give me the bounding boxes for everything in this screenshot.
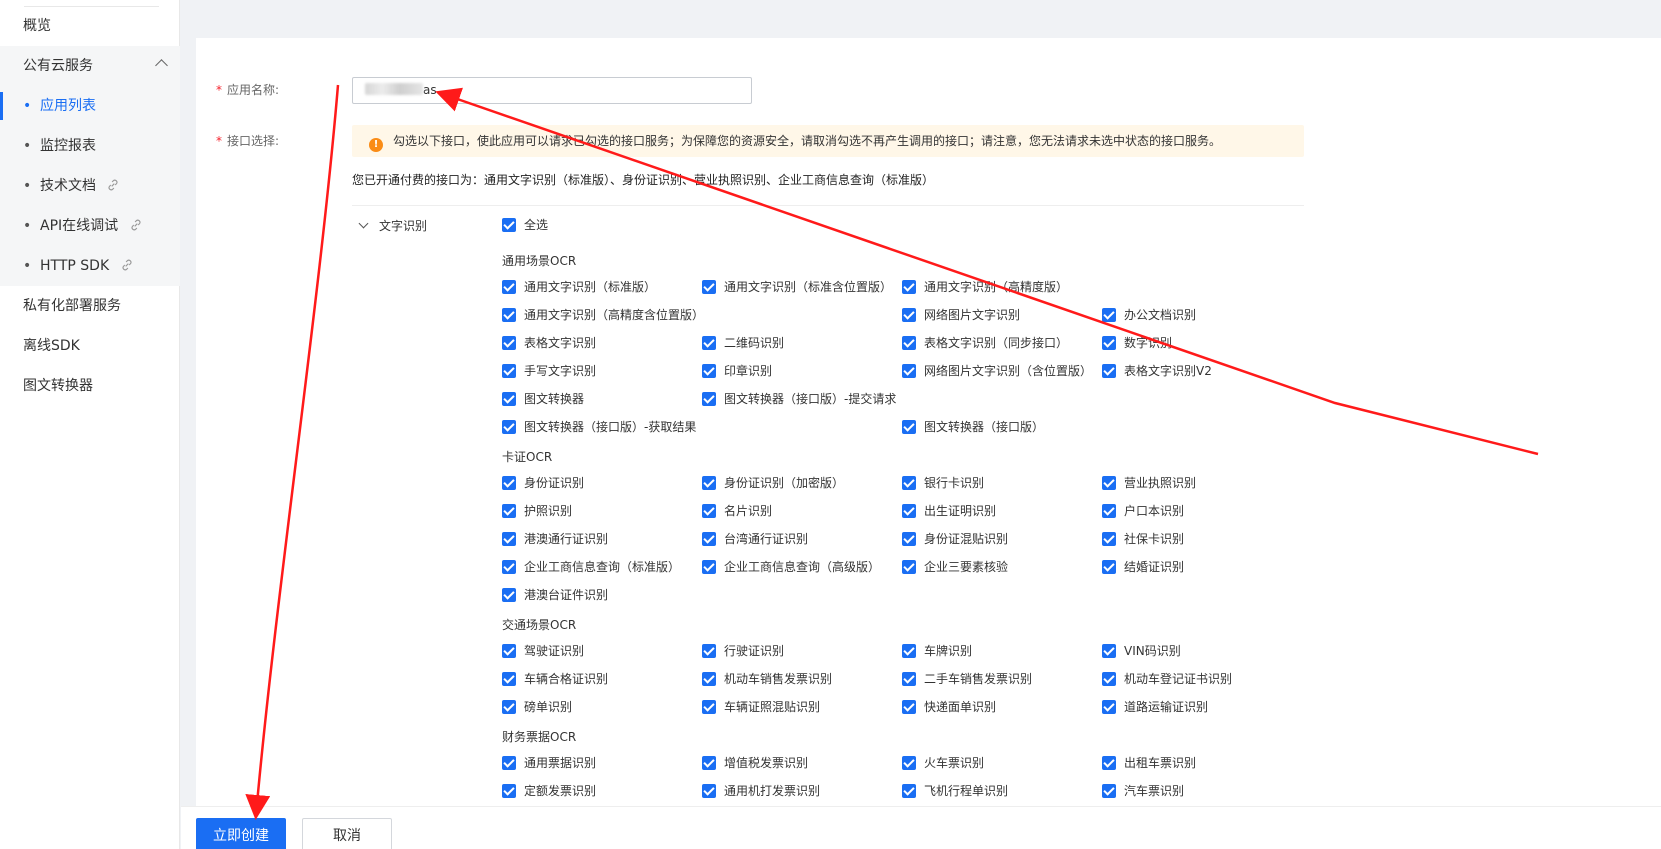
sidebar-item-api-debug[interactable]: • API在线调试 [0,206,180,246]
notice-banner: ! 勾选以下接口，使此应用可以请求已勾选的接口服务；为保障您的资源安全，请取消勾选… [352,125,1304,157]
api-checkbox[interactable]: 手写文字识别 [502,363,596,379]
api-checkbox[interactable]: 车辆合格证识别 [502,671,608,687]
api-checkbox[interactable]: 快递面单识别 [902,699,996,715]
api-checkbox[interactable]: 二手车销售发票识别 [902,671,1032,687]
link-icon [122,259,132,271]
sidebar-item-private[interactable]: 私有化部署服务 [0,286,180,326]
api-checkbox[interactable]: 名片识别 [702,503,772,519]
api-checkbox[interactable]: 户口本识别 [1102,503,1184,519]
api-checkbox[interactable]: 二维码识别 [702,335,784,351]
sidebar-item-http-sdk[interactable]: • HTTP SDK [0,246,180,286]
api-checkbox[interactable]: 社保卡识别 [1102,531,1184,547]
chevron-up-icon [155,59,168,72]
api-checkbox[interactable]: 港澳台证件识别 [502,587,608,603]
api-checkbox[interactable]: 企业工商信息查询（标准版） [502,559,680,575]
api-checkbox[interactable]: 车辆证照混贴识别 [702,699,820,715]
api-checkbox[interactable]: 表格文字识别V2 [1102,363,1212,379]
sidebar-item-monitor[interactable]: • 监控报表 [0,126,180,166]
api-checkbox[interactable]: VIN码识别 [1102,643,1181,659]
sidebar-item-public-cloud[interactable]: 公有云服务 [0,46,180,86]
category-text-recognition[interactable]: 文字识别 [358,217,427,234]
warning-icon: ! [369,138,383,152]
api-select-label: * 接口选择: [216,134,280,148]
chevron-down-icon [358,218,369,229]
divider [352,205,1304,206]
api-checkbox[interactable]: 通用文字识别（高精度含位置版） [502,307,704,323]
select-all-checkbox[interactable]: 全选 [502,217,548,233]
api-checkbox[interactable]: 办公文档识别 [1102,307,1196,323]
redacted-text [365,83,423,95]
api-checkbox[interactable]: 数字识别 [1102,335,1172,351]
api-checkbox[interactable]: 身份证混贴识别 [902,531,1008,547]
bullet-icon: • [23,258,32,274]
api-checkbox[interactable]: 机动车销售发票识别 [702,671,832,687]
app-name-input[interactable]: as [352,77,752,104]
api-checkbox[interactable]: 身份证识别 [502,475,584,491]
api-checkbox[interactable]: 飞机行程单识别 [902,783,1008,799]
api-checkbox[interactable]: 定额发票识别 [502,783,596,799]
api-checkbox[interactable]: 图文转换器（接口版）-获取结果 [502,419,696,435]
app-name-label: * 应用名称: [216,83,280,97]
api-checkbox[interactable]: 企业工商信息查询（高级版） [702,559,880,575]
bullet-icon: • [23,218,32,234]
bullet-icon: • [23,138,32,154]
api-checkbox[interactable]: 驾驶证识别 [502,643,584,659]
paid-apis-text: 您已开通付费的接口为：通用文字识别（标准版）、身份证识别、营业执照识别、企业工商… [352,173,935,187]
api-checkbox[interactable]: 港澳通行证识别 [502,531,608,547]
group-title: 财务票据OCR [502,730,577,744]
group-title: 通用场景OCR [502,254,577,268]
api-checkbox[interactable]: 企业三要素核验 [902,559,1008,575]
api-checkbox[interactable]: 通用机打发票识别 [702,783,820,799]
api-checkbox[interactable]: 印章识别 [702,363,772,379]
api-checkbox[interactable]: 身份证识别（加密版） [702,475,844,491]
api-checkbox[interactable]: 增值税发票识别 [702,755,808,771]
footer-bar [181,806,1661,849]
cancel-button[interactable]: 取消 [302,818,392,849]
sidebar-item-tech-docs[interactable]: • 技术文档 [0,166,180,206]
api-checkbox[interactable]: 台湾通行证识别 [702,531,808,547]
api-checkbox[interactable]: 网络图片文字识别 [902,307,1020,323]
link-icon [108,179,118,191]
api-checkbox[interactable]: 行驶证识别 [702,643,784,659]
api-checkbox[interactable]: 通用文字识别（标准含位置版） [702,279,892,295]
api-checkbox[interactable]: 道路运输证识别 [1102,699,1208,715]
api-checkbox[interactable]: 出生证明识别 [902,503,996,519]
api-checkbox[interactable]: 车牌识别 [902,643,972,659]
api-checkbox[interactable]: 图文转换器（接口版） [902,419,1044,435]
bullet-icon: • [23,98,32,114]
api-checkbox[interactable]: 网络图片文字识别（含位置版） [902,363,1092,379]
group-title: 交通场景OCR [502,618,577,632]
api-checkbox[interactable]: 结婚证识别 [1102,559,1184,575]
api-checkbox[interactable]: 出租车票识别 [1102,755,1196,771]
sidebar-item-overview[interactable]: 概览 [0,6,180,46]
sidebar-item-offline-sdk[interactable]: 离线SDK [0,326,180,366]
link-icon [131,219,141,231]
api-checkbox[interactable]: 通用文字识别（高精度版） [902,279,1068,295]
api-checkbox[interactable]: 磅单识别 [502,699,572,715]
group-title: 卡证OCR [502,450,553,464]
sidebar-item-app-list[interactable]: • 应用列表 [0,86,180,126]
api-checkbox[interactable]: 银行卡识别 [902,475,984,491]
api-checkbox[interactable]: 表格文字识别 [502,335,596,351]
create-button[interactable]: 立即创建 [196,818,286,849]
bullet-icon: • [23,178,32,194]
checkbox-checked-icon [502,218,516,232]
api-checkbox[interactable]: 汽车票识别 [1102,783,1184,799]
api-checkbox[interactable]: 通用票据识别 [502,755,596,771]
api-checkbox[interactable]: 图文转换器（接口版）-提交请求 [702,391,896,407]
sidebar-item-converter[interactable]: 图文转换器 [0,366,180,406]
api-checkbox[interactable]: 表格文字识别（同步接口） [902,335,1068,351]
api-checkbox[interactable]: 机动车登记证书识别 [1102,671,1232,687]
api-checkbox[interactable]: 营业执照识别 [1102,475,1196,491]
api-checkbox[interactable]: 护照识别 [502,503,572,519]
api-checkbox[interactable]: 图文转换器 [502,391,584,407]
api-checkbox[interactable]: 火车票识别 [902,755,984,771]
api-checkbox[interactable]: 通用文字识别（标准版） [502,279,656,295]
top-strip [181,0,1661,38]
sidebar: 概览 公有云服务 • 应用列表 • 监控报表 • 技术文档 • API在线调试 … [0,0,180,849]
